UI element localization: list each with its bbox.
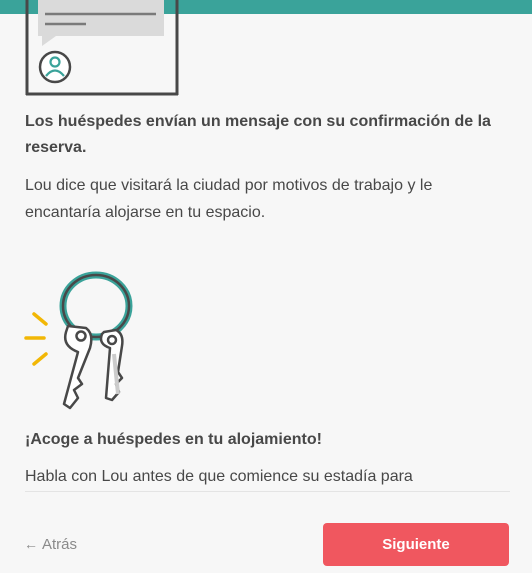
back-arrow-icon: ← xyxy=(24,536,38,552)
message-section-body: Lou dice que visitará la ciudad por moti… xyxy=(25,177,433,221)
back-link-label: Atrás xyxy=(42,535,78,553)
phone-message-illustration xyxy=(25,0,179,96)
back-link[interactable]: ← Atrás xyxy=(24,534,77,554)
content-divider xyxy=(25,491,510,492)
message-section-title: Los huéspedes envían un mensaje con su c… xyxy=(25,113,491,156)
host-section-body: Habla con Lou antes de que comience su e… xyxy=(25,468,413,485)
next-button[interactable]: Siguiente xyxy=(323,523,509,566)
keys-illustration xyxy=(24,271,133,410)
user-avatar-icon xyxy=(38,50,72,84)
host-section-title: ¡Acoge a huéspedes en tu alojamiento! xyxy=(25,431,322,448)
